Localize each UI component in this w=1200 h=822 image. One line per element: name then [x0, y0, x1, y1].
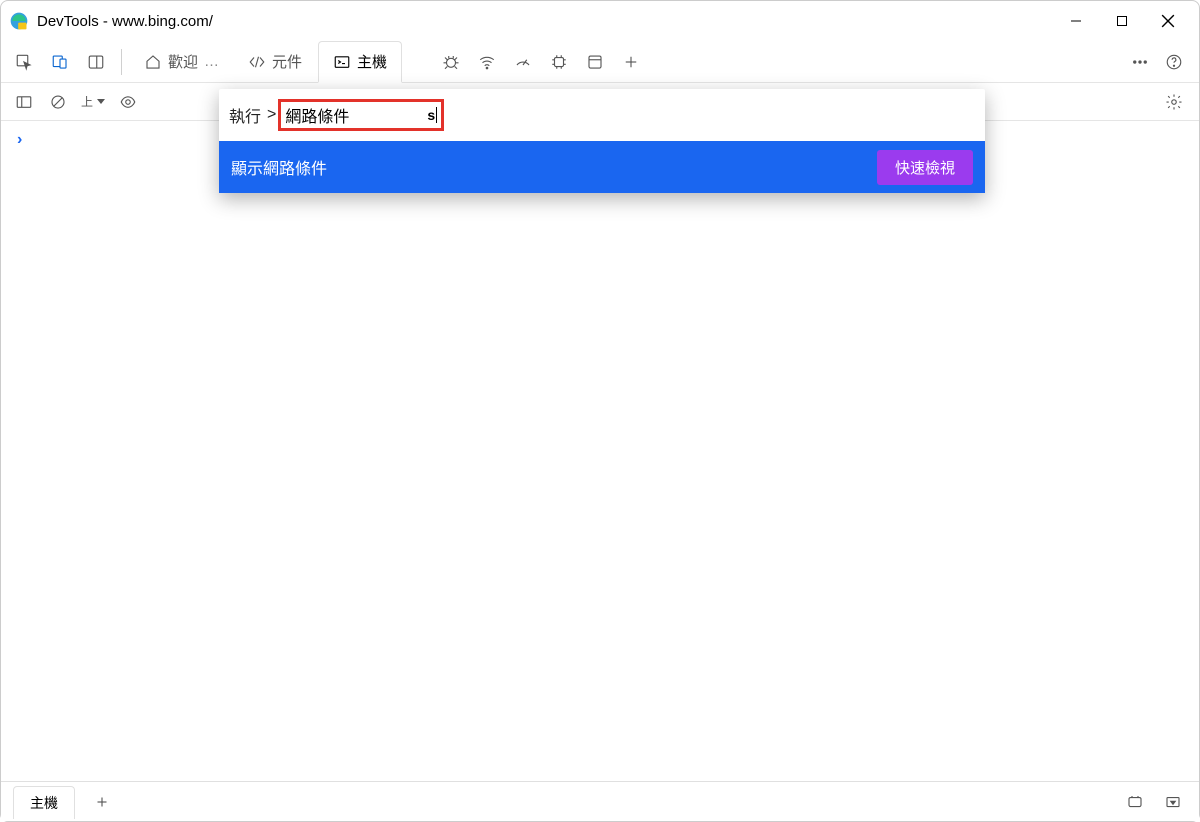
code-icon	[248, 53, 266, 71]
close-button[interactable]	[1145, 5, 1191, 37]
window-controls	[1053, 5, 1191, 37]
maximize-button[interactable]	[1099, 5, 1145, 37]
drawer-tab-console[interactable]: 主機	[13, 786, 75, 819]
network-icon[interactable]	[470, 45, 504, 79]
titlebar: DevTools - www.bing.com/	[1, 1, 1199, 41]
command-input-row: 執行 > s	[219, 89, 985, 141]
help-icon[interactable]	[1157, 45, 1191, 79]
more-icon[interactable]	[1123, 45, 1157, 79]
command-result-badge: 快速檢視	[877, 150, 973, 185]
command-result-item[interactable]: 顯示網路條件 快速檢視	[219, 141, 985, 193]
issues-icon[interactable]	[1121, 788, 1149, 816]
drawer: 主機	[1, 781, 1199, 821]
command-input[interactable]	[285, 106, 425, 124]
memory-icon[interactable]	[542, 45, 576, 79]
command-input-highlight: s	[278, 99, 444, 131]
drawer-add-tab-icon[interactable]	[85, 785, 119, 819]
console-prompt-icon: ›	[17, 131, 22, 148]
expand-drawer-icon[interactable]	[1159, 788, 1187, 816]
terminal-icon	[333, 53, 351, 71]
toolbar-right	[1123, 45, 1199, 79]
drawer-tab-label: 主機	[30, 795, 58, 811]
context-label: 上	[81, 97, 93, 107]
console-body[interactable]: ›	[1, 121, 1199, 781]
tab-welcome[interactable]: 歡迎 …	[130, 41, 232, 83]
command-run-label: 執行	[229, 103, 261, 127]
minimize-button[interactable]	[1053, 5, 1099, 37]
tab-console-label: 主機	[357, 51, 387, 72]
context-selector[interactable]: 上	[77, 95, 109, 109]
inspect-icon[interactable]	[7, 45, 41, 79]
command-prompt: >	[267, 106, 276, 124]
window-title: DevTools - www.bing.com/	[37, 13, 213, 30]
live-expression-icon[interactable]	[113, 87, 143, 117]
main-toolbar: 歡迎 … 元件 主機	[1, 41, 1199, 83]
home-icon	[144, 53, 162, 71]
performance-icon[interactable]	[506, 45, 540, 79]
device-toggle-icon[interactable]	[43, 45, 77, 79]
tab-elements-label: 元件	[272, 51, 302, 72]
command-result-label: 顯示網路條件	[231, 155, 327, 179]
sidebar-toggle-icon[interactable]	[9, 87, 39, 117]
tab-console[interactable]: 主機	[318, 41, 402, 83]
dock-toggle-icon[interactable]	[79, 45, 113, 79]
console-settings-icon[interactable]	[1159, 87, 1189, 117]
bug-icon[interactable]	[434, 45, 468, 79]
separator	[121, 49, 122, 75]
application-icon[interactable]	[578, 45, 612, 79]
command-trailing-char: s	[427, 107, 437, 123]
tab-elements[interactable]: 元件	[234, 41, 316, 83]
app-icon	[9, 11, 29, 31]
command-menu: 執行 > s 顯示網路條件 快速檢視	[219, 89, 985, 193]
add-tab-icon[interactable]	[614, 45, 648, 79]
clear-console-icon[interactable]	[43, 87, 73, 117]
tab-welcome-label: 歡迎	[168, 51, 198, 72]
drawer-right	[1121, 788, 1187, 816]
